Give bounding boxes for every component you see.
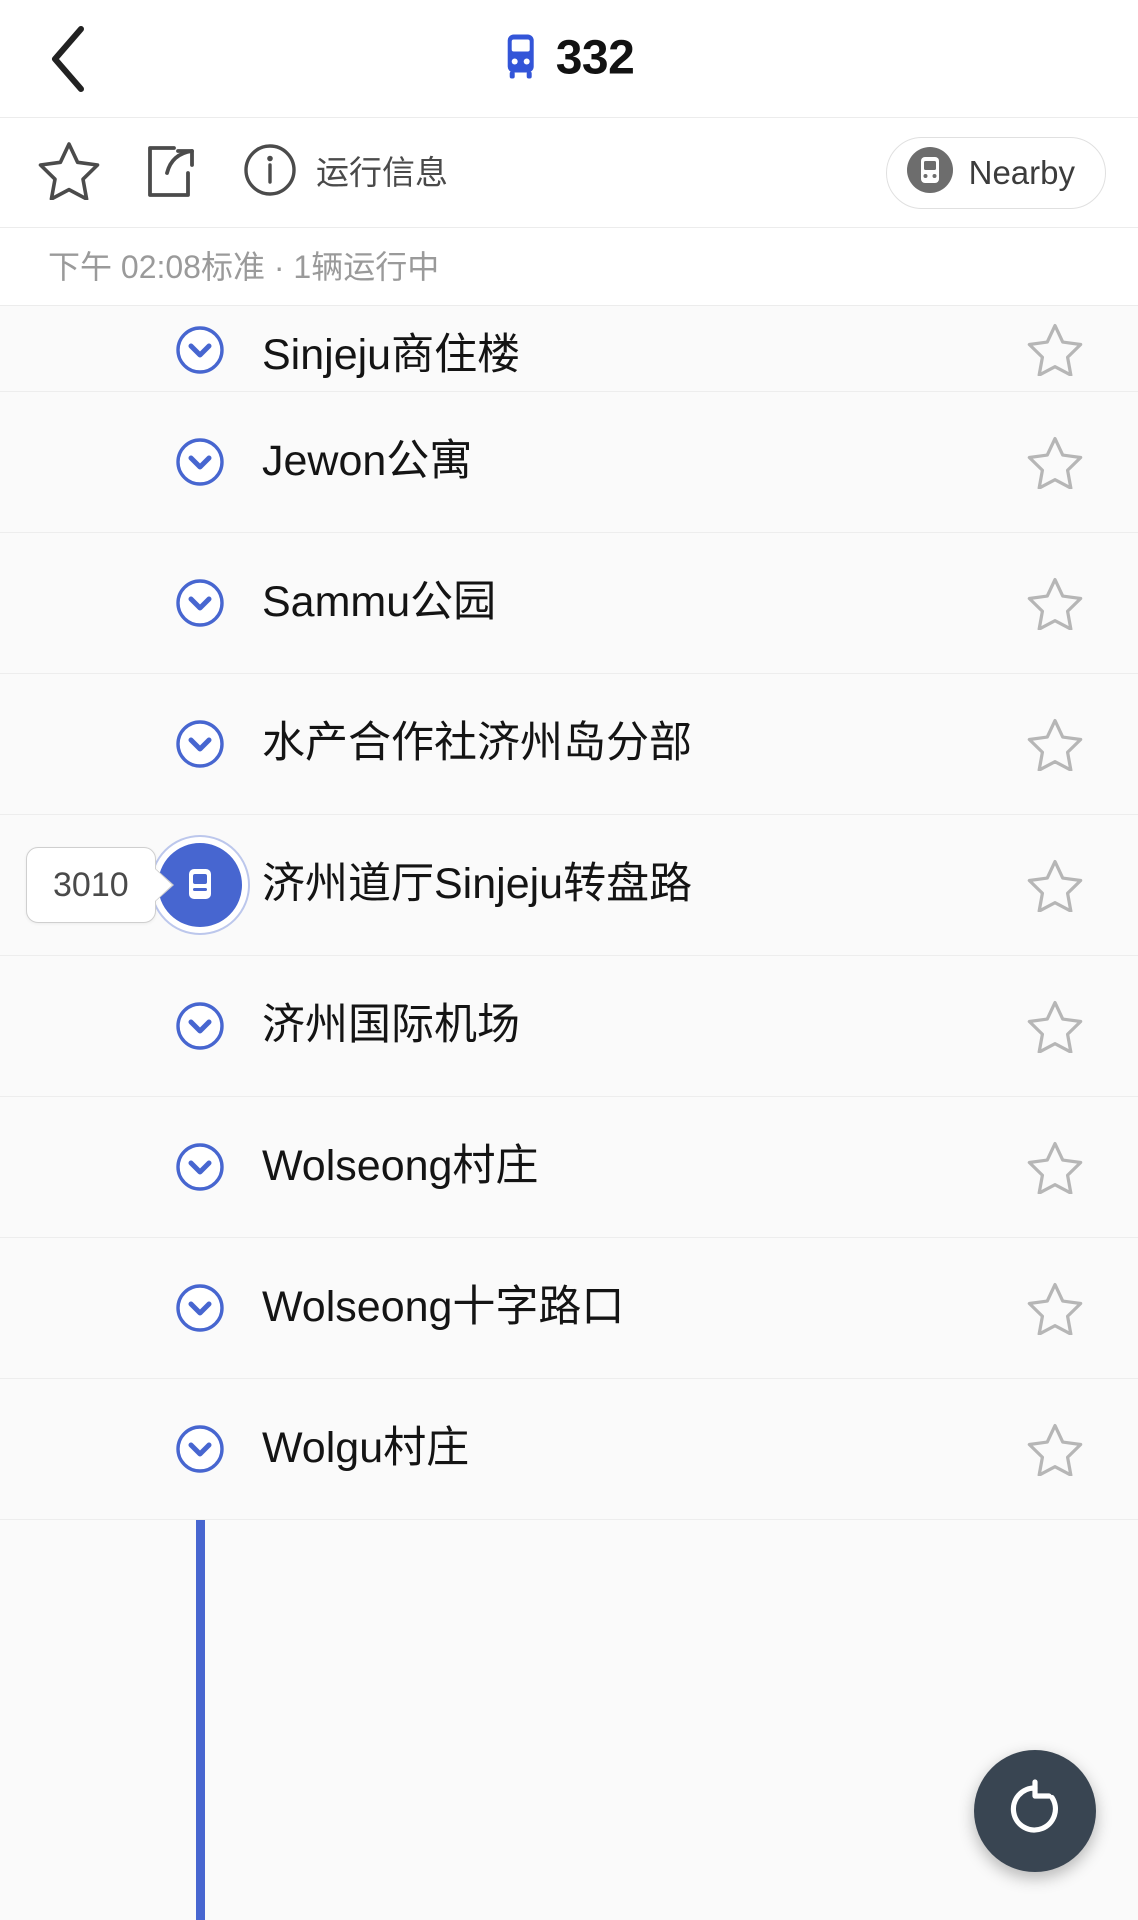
stop-name: Sammu公园 bbox=[262, 578, 497, 627]
star-outline-icon bbox=[1027, 436, 1083, 489]
info-circle-icon bbox=[242, 142, 298, 203]
star-outline-icon bbox=[1027, 1282, 1083, 1335]
favorite-stop-button[interactable] bbox=[1026, 715, 1084, 773]
operation-info-label: 运行信息 bbox=[316, 154, 448, 191]
stop-list-item[interactable]: Wolseong村庄 bbox=[0, 1097, 1138, 1238]
stop-name: 水产合作社济州岛分部 bbox=[262, 719, 692, 768]
nearby-button[interactable]: Nearby bbox=[885, 136, 1106, 209]
share-icon bbox=[140, 139, 198, 206]
chevron-down-circle-icon[interactable] bbox=[175, 1001, 225, 1051]
favorite-stop-button[interactable] bbox=[1026, 433, 1084, 491]
stop-list-item[interactable]: Wolseong十字路口 bbox=[0, 1238, 1138, 1379]
stop-name: Wolseong村庄 bbox=[262, 1142, 539, 1191]
favorite-stop-button[interactable] bbox=[1026, 1279, 1084, 1337]
vehicle-number-badge[interactable]: 3010 bbox=[26, 847, 156, 923]
stop-name: Jewon公寓 bbox=[262, 437, 473, 486]
bus-route-screen: 332 运行信息 Nearby 下午 02:08标准 · 1辆运行中 Sinje… bbox=[0, 0, 1138, 1920]
bus-icon bbox=[504, 33, 538, 84]
chevron-down-circle-icon[interactable] bbox=[175, 719, 225, 769]
favorite-stop-button[interactable] bbox=[1026, 856, 1084, 914]
stop-list[interactable]: Sinjeju商住楼 Jewon公寓 Sammu公园 水产合作社济州岛分部 30… bbox=[0, 306, 1138, 1920]
favorite-stop-button[interactable] bbox=[1026, 320, 1084, 378]
status-text: 下午 02:08标准 · 1辆运行中 bbox=[48, 248, 440, 285]
chevron-down-circle-icon[interactable] bbox=[175, 325, 225, 375]
chevron-down-circle-icon[interactable] bbox=[175, 1142, 225, 1192]
star-outline-icon bbox=[1027, 1423, 1083, 1476]
stop-name: Wolseong十字路口 bbox=[262, 1283, 625, 1332]
route-number: 332 bbox=[555, 31, 635, 85]
top-app-bar: 332 bbox=[0, 0, 1138, 118]
chevron-down-circle-icon[interactable] bbox=[175, 578, 225, 628]
share-button[interactable] bbox=[138, 140, 200, 206]
stop-name: Wolgu村庄 bbox=[262, 1424, 470, 1473]
favorite-stop-button[interactable] bbox=[1026, 574, 1084, 632]
favorite-stop-button[interactable] bbox=[1026, 1138, 1084, 1196]
stop-list-item[interactable]: Jewon公寓 bbox=[0, 392, 1138, 533]
stop-list-item[interactable]: 济州国际机场 bbox=[0, 956, 1138, 1097]
action-bar: 运行信息 Nearby bbox=[0, 118, 1138, 228]
stop-list-item[interactable]: 水产合作社济州岛分部 bbox=[0, 674, 1138, 815]
chevron-down-circle-icon[interactable] bbox=[175, 1283, 225, 1333]
star-outline-icon bbox=[1027, 718, 1083, 771]
nearby-label: Nearby bbox=[968, 154, 1075, 191]
chevron-down-circle-icon[interactable] bbox=[175, 437, 225, 487]
star-outline-icon bbox=[1027, 577, 1083, 630]
stop-list-item[interactable]: Wolgu村庄 bbox=[0, 1379, 1138, 1520]
page-title: 332 bbox=[504, 33, 635, 84]
back-button[interactable] bbox=[30, 20, 108, 98]
stop-list-item[interactable]: Sinjeju商住楼 bbox=[0, 306, 1138, 392]
favorite-route-button[interactable] bbox=[36, 140, 102, 206]
operation-info-button[interactable]: 运行信息 bbox=[242, 142, 448, 203]
stop-name: Sinjeju商住楼 bbox=[262, 330, 521, 379]
stop-list-item[interactable]: Sammu公园 bbox=[0, 533, 1138, 674]
chevron-left-icon bbox=[47, 23, 91, 95]
star-outline-icon bbox=[1027, 1141, 1083, 1194]
stop-list-item-current[interactable]: 3010 济州道厅Sinjeju转盘路 bbox=[0, 815, 1138, 956]
favorite-stop-button[interactable] bbox=[1026, 997, 1084, 1055]
stop-name: 济州道厅Sinjeju转盘路 bbox=[262, 860, 693, 909]
chevron-down-circle-icon[interactable] bbox=[175, 1424, 225, 1474]
star-outline-icon bbox=[1027, 1000, 1083, 1053]
star-outline-icon bbox=[1027, 859, 1083, 912]
favorite-stop-button[interactable] bbox=[1026, 1420, 1084, 1478]
refresh-button[interactable] bbox=[974, 1750, 1096, 1872]
bus-stop-icon bbox=[906, 147, 953, 198]
star-outline-icon bbox=[38, 140, 100, 205]
status-bar: 下午 02:08标准 · 1辆运行中 bbox=[0, 228, 1138, 306]
star-outline-icon bbox=[1027, 323, 1083, 376]
refresh-icon bbox=[1004, 1778, 1066, 1845]
stop-name: 济州国际机场 bbox=[262, 1001, 520, 1050]
